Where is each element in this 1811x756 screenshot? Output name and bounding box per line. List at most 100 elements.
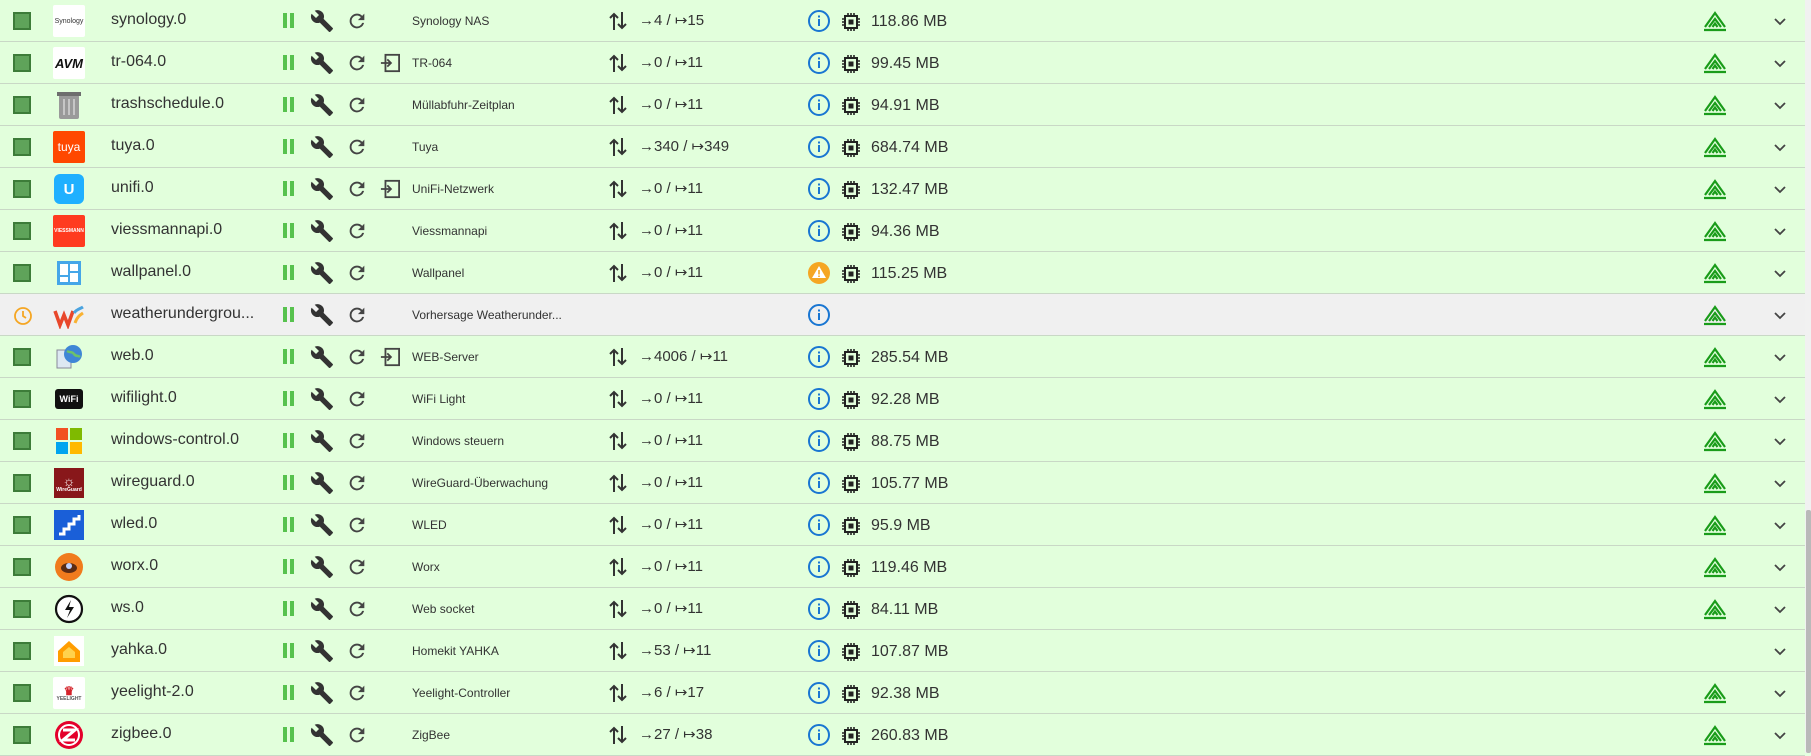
chevron-down-icon[interactable] [1772, 685, 1788, 701]
pause-icon[interactable] [282, 181, 296, 196]
chevron-down-icon[interactable] [1772, 13, 1788, 29]
restart-icon[interactable] [346, 262, 368, 284]
adapter-row[interactable]: yahka.0 Homekit YAHKA →53 / ↦11 107.87 M… [0, 630, 1805, 672]
restart-icon[interactable] [346, 178, 368, 200]
restart-icon[interactable] [346, 724, 368, 746]
restart-icon[interactable] [346, 682, 368, 704]
pause-icon[interactable] [282, 265, 296, 280]
info-icon[interactable] [807, 471, 831, 495]
restart-icon[interactable] [346, 514, 368, 536]
wrench-icon[interactable] [310, 51, 334, 75]
restart-icon[interactable] [346, 304, 368, 326]
adapter-row[interactable]: AVM tr-064.0 TR-064 →0 / ↦11 99.45 MB [0, 42, 1805, 84]
pause-icon[interactable] [282, 727, 296, 742]
restart-icon[interactable] [346, 136, 368, 158]
restart-icon[interactable] [346, 10, 368, 32]
chevron-down-icon[interactable] [1772, 181, 1788, 197]
wrench-icon[interactable] [310, 219, 334, 243]
warning-icon[interactable] [807, 261, 831, 285]
pause-icon[interactable] [282, 433, 296, 448]
chevron-down-icon[interactable] [1772, 517, 1788, 533]
info-icon[interactable] [807, 681, 831, 705]
adapter-row[interactable]: tuya tuya.0 Tuya →340 / ↦349 684.74 MB [0, 126, 1805, 168]
adapter-row[interactable]: weatherundergrou... Vorhersage Weatherun… [0, 294, 1805, 336]
open-web-link-icon[interactable] [379, 347, 401, 367]
info-icon[interactable] [807, 303, 831, 327]
wrench-icon[interactable] [310, 303, 334, 327]
info-icon[interactable] [807, 639, 831, 663]
chevron-down-icon[interactable] [1772, 475, 1788, 491]
info-icon[interactable] [807, 723, 831, 747]
adapter-row[interactable]: ws.0 Web socket →0 / ↦11 84.11 MB [0, 588, 1805, 630]
chevron-down-icon[interactable] [1772, 265, 1788, 281]
info-icon[interactable] [807, 513, 831, 537]
adapter-row[interactable]: windows-control.0 Windows steuern →0 / ↦… [0, 420, 1805, 462]
restart-icon[interactable] [346, 430, 368, 452]
adapter-row[interactable]: U unifi.0 UniFi-Netzwerk →0 / ↦11 132.47… [0, 168, 1805, 210]
chevron-down-icon[interactable] [1772, 433, 1788, 449]
info-icon[interactable] [807, 597, 831, 621]
restart-icon[interactable] [346, 52, 368, 74]
wrench-icon[interactable] [310, 177, 334, 201]
chevron-down-icon[interactable] [1772, 139, 1788, 155]
pause-icon[interactable] [282, 97, 296, 112]
adapter-row[interactable]: ☼ WireGuard wireguard.0 WireGuard-Überwac… [0, 462, 1805, 504]
restart-icon[interactable] [346, 640, 368, 662]
pause-icon[interactable] [282, 139, 296, 154]
wrench-icon[interactable] [310, 135, 334, 159]
adapter-row[interactable]: Synology synology.0 Synology NAS →4 / ↦1… [0, 0, 1805, 42]
scrollbar-thumb[interactable] [1806, 510, 1811, 753]
wrench-icon[interactable] [310, 555, 334, 579]
adapter-row[interactable]: worx.0 Worx →0 / ↦11 119.46 MB [0, 546, 1805, 588]
wrench-icon[interactable] [310, 639, 334, 663]
restart-icon[interactable] [346, 472, 368, 494]
chevron-down-icon[interactable] [1772, 727, 1788, 743]
adapter-row[interactable]: ♛ YEELIGHT yeelight-2.0 Yeelight-Controll… [0, 672, 1805, 714]
chevron-down-icon[interactable] [1772, 643, 1788, 659]
adapter-row[interactable]: VIESSMANN viessmannapi.0 Viessmannapi →0… [0, 210, 1805, 252]
chevron-down-icon[interactable] [1772, 349, 1788, 365]
wrench-icon[interactable] [310, 429, 334, 453]
pause-icon[interactable] [282, 643, 296, 658]
pause-icon[interactable] [282, 349, 296, 364]
adapter-row[interactable]: wallpanel.0 Wallpanel →0 / ↦11 115.25 MB [0, 252, 1805, 294]
info-icon[interactable] [807, 429, 831, 453]
adapter-row[interactable]: wled.0 WLED →0 / ↦11 95.9 MB [0, 504, 1805, 546]
restart-icon[interactable] [346, 598, 368, 620]
wrench-icon[interactable] [310, 471, 334, 495]
info-icon[interactable] [807, 51, 831, 75]
pause-icon[interactable] [282, 475, 296, 490]
pause-icon[interactable] [282, 685, 296, 700]
info-icon[interactable] [807, 555, 831, 579]
restart-icon[interactable] [346, 556, 368, 578]
wrench-icon[interactable] [310, 681, 334, 705]
pause-icon[interactable] [282, 391, 296, 406]
chevron-down-icon[interactable] [1772, 55, 1788, 71]
adapter-row[interactable]: web.0 WEB-Server →4006 / ↦11 285.54 MB [0, 336, 1805, 378]
info-icon[interactable] [807, 135, 831, 159]
restart-icon[interactable] [346, 346, 368, 368]
restart-icon[interactable] [346, 94, 368, 116]
pause-icon[interactable] [282, 601, 296, 616]
wrench-icon[interactable] [310, 345, 334, 369]
info-icon[interactable] [807, 177, 831, 201]
chevron-down-icon[interactable] [1772, 97, 1788, 113]
info-icon[interactable] [807, 93, 831, 117]
wrench-icon[interactable] [310, 261, 334, 285]
chevron-down-icon[interactable] [1772, 391, 1788, 407]
wrench-icon[interactable] [310, 9, 334, 33]
pause-icon[interactable] [282, 223, 296, 238]
pause-icon[interactable] [282, 307, 296, 322]
open-web-link-icon[interactable] [379, 179, 401, 199]
chevron-down-icon[interactable] [1772, 223, 1788, 239]
chevron-down-icon[interactable] [1772, 307, 1788, 323]
pause-icon[interactable] [282, 517, 296, 532]
chevron-down-icon[interactable] [1772, 601, 1788, 617]
restart-icon[interactable] [346, 388, 368, 410]
adapter-row[interactable]: WiFi wifilight.0 WiFi Light →0 / ↦11 92.… [0, 378, 1805, 420]
wrench-icon[interactable] [310, 597, 334, 621]
info-icon[interactable] [807, 9, 831, 33]
adapter-row[interactable]: zigbee.0 ZigBee →27 / ↦38 260.83 MB [0, 714, 1805, 756]
pause-icon[interactable] [282, 559, 296, 574]
adapter-row[interactable]: trashschedule.0 Müllabfuhr-Zeitplan →0 /… [0, 84, 1805, 126]
